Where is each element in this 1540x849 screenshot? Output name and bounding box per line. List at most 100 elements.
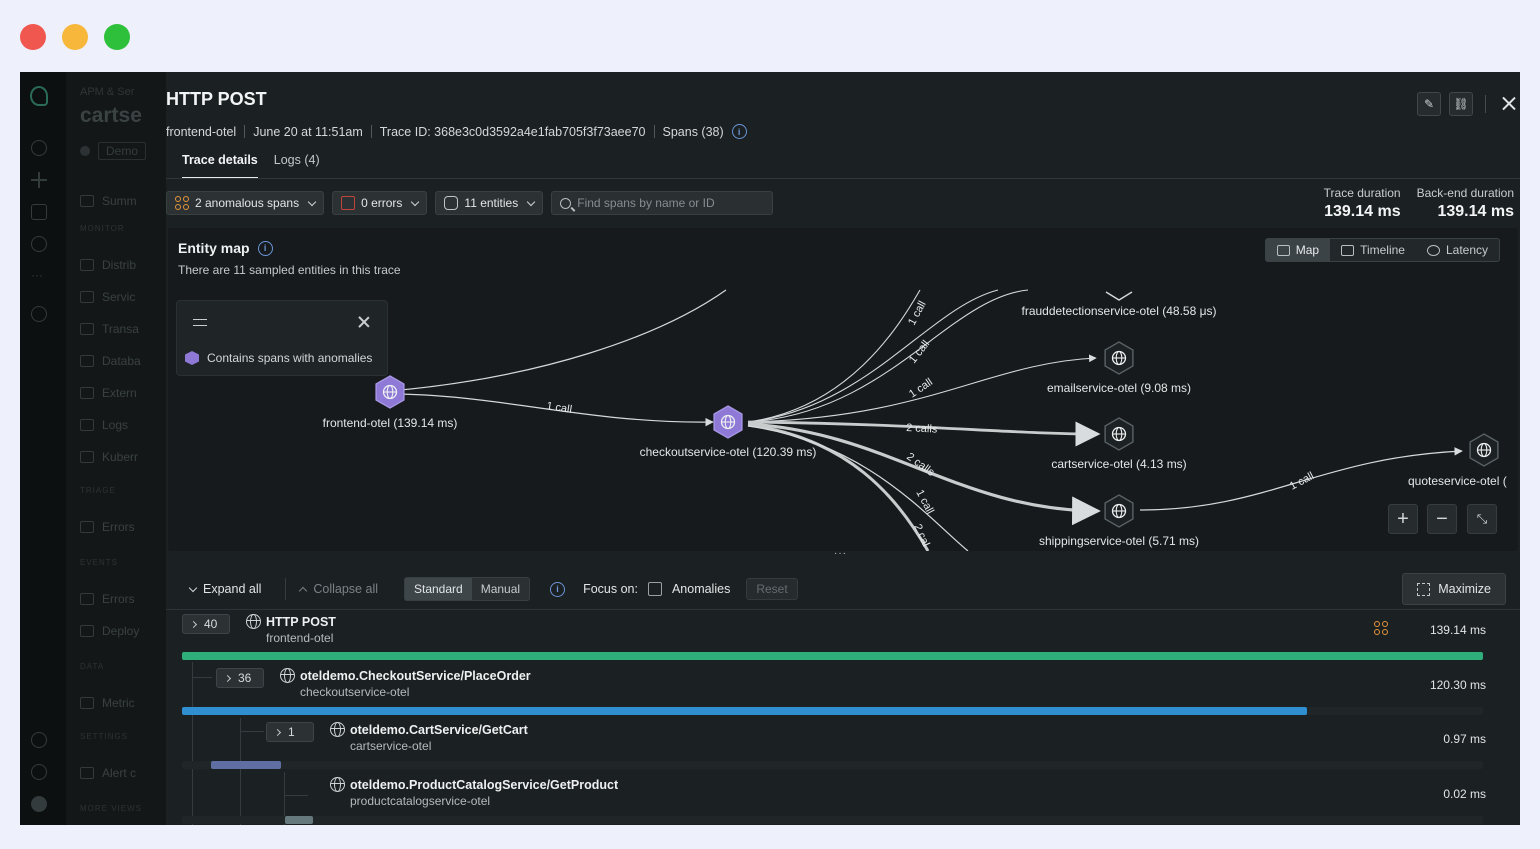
view-latency-button[interactable]: Latency xyxy=(1416,239,1499,261)
trace-id: Trace ID: 368e3c0d3592a4e1fab705f3f73aee… xyxy=(379,124,646,139)
meta-divider xyxy=(653,125,655,138)
nav-item[interactable]: Extern xyxy=(80,386,137,400)
close-icon[interactable] xyxy=(1498,93,1520,115)
nav-item[interactable]: Transa xyxy=(80,322,139,336)
resize-handle[interactable]: ··· xyxy=(834,548,847,559)
span-row[interactable]: oteldemo.ProductCatalogService/GetProduc… xyxy=(166,775,1520,825)
focus-label: Focus on: xyxy=(583,582,638,596)
latency-icon xyxy=(1426,244,1440,256)
tab-trace-details[interactable]: Trace details xyxy=(182,153,258,179)
zoom-in-button[interactable]: + xyxy=(1388,504,1418,534)
entity-node-label[interactable]: frontend-otel (139.14 ms) xyxy=(323,416,458,430)
span-bar[interactable] xyxy=(182,707,1308,715)
settings-icon[interactable] xyxy=(193,317,207,329)
window-zoom-button[interactable] xyxy=(104,24,130,50)
trace-details-panel: HTTP POST frontend-otel June 20 at 11:51… xyxy=(166,72,1520,825)
nav-item[interactable]: Servic xyxy=(80,290,135,304)
nav-item[interactable]: Alert c xyxy=(80,766,136,780)
nav-item[interactable]: Deploy xyxy=(80,624,139,638)
fraud-node-chevron xyxy=(1105,291,1133,301)
entity-node-label[interactable]: quoteservice-otel ( xyxy=(1408,474,1507,488)
search-icon[interactable] xyxy=(31,140,47,156)
page-title: HTTP POST xyxy=(166,89,267,109)
avatar[interactable] xyxy=(31,796,47,812)
span-bar[interactable] xyxy=(182,652,1483,660)
anomalous-spans-label: 2 anomalous spans xyxy=(195,196,300,210)
link-icon[interactable]: ⛓ xyxy=(1449,92,1473,116)
span-row[interactable]: 1 oteldemo.CartService/GetCart cartservi… xyxy=(166,720,1520,774)
span-name: oteldemo.CheckoutService/PlaceOrder xyxy=(300,669,531,683)
span-name: oteldemo.ProductCatalogService/GetProduc… xyxy=(350,778,619,792)
entity-node-label[interactable]: emailservice-otel (9.08 ms) xyxy=(1047,381,1191,395)
help-icon[interactable] xyxy=(31,732,47,748)
view-timeline-button[interactable]: Timeline xyxy=(1330,239,1416,261)
edge-label: 1 call xyxy=(907,376,935,400)
entity-node-label[interactable]: cartservice-otel (4.13 ms) xyxy=(1051,457,1186,471)
nav-item[interactable]: Distrib xyxy=(80,258,136,272)
info-icon[interactable]: i xyxy=(550,581,566,597)
logs-icon xyxy=(80,419,94,431)
anomalies-checkbox[interactable]: Anomalies xyxy=(647,582,730,596)
nav-item[interactable]: Kuberr xyxy=(80,450,138,464)
entities-filter[interactable]: 11 entities xyxy=(435,191,544,215)
entity-node-label[interactable]: checkoutservice-otel (120.39 ms) xyxy=(640,445,817,459)
external-icon xyxy=(80,387,94,399)
window-minimize-button[interactable] xyxy=(62,24,88,50)
span-row[interactable]: 36 oteldemo.CheckoutService/PlaceOrder c… xyxy=(166,666,1520,720)
mode-standard[interactable]: Standard xyxy=(405,578,472,600)
mode-manual[interactable]: Manual xyxy=(472,578,529,600)
fit-view-button[interactable]: ⤡ xyxy=(1467,504,1497,534)
collapse-all-button[interactable]: Collapse all xyxy=(299,582,378,596)
notes-icon[interactable]: ✎ xyxy=(1417,92,1441,116)
edge-checkout-fan2[interactable] xyxy=(747,289,999,423)
anomalous-spans-filter[interactable]: 2 anomalous spans xyxy=(166,191,325,215)
root-service[interactable]: frontend-otel xyxy=(166,125,236,139)
span-expand-toggle[interactable]: 36 xyxy=(216,668,264,688)
tab-logs[interactable]: Logs (4) xyxy=(274,153,320,179)
span-name: oteldemo.CartService/GetCart xyxy=(350,723,528,737)
view-map-button[interactable]: Map xyxy=(1265,239,1331,261)
more-icon[interactable]: ··· xyxy=(31,268,47,284)
entity-node-label[interactable]: frauddetectionservice-otel (48.58 μs) xyxy=(1021,304,1216,318)
edge-checkout-fan4[interactable] xyxy=(747,423,930,551)
toolbar-divider-line xyxy=(166,609,1520,610)
nav-item[interactable]: Logs xyxy=(80,418,128,432)
trace-duration: Trace duration 139.14 ms xyxy=(1323,186,1401,220)
nav-item[interactable]: Databa xyxy=(80,354,141,368)
nav-item[interactable]: Summ xyxy=(80,194,137,208)
span-bar[interactable] xyxy=(210,761,281,769)
reset-button[interactable]: Reset xyxy=(746,578,798,600)
globe-nav-icon[interactable] xyxy=(31,306,47,322)
close-icon[interactable] xyxy=(357,315,371,329)
nav-item[interactable]: Errors xyxy=(80,592,135,606)
span-expand-toggle[interactable]: 1 xyxy=(266,722,314,742)
entity-node-label[interactable]: shippingservice-otel (5.71 ms) xyxy=(1039,534,1199,548)
maximize-button[interactable]: Maximize xyxy=(1402,573,1506,605)
edge-frontend-upstream[interactable] xyxy=(389,289,727,392)
window-close-button[interactable] xyxy=(20,24,46,50)
chevron-down-icon xyxy=(188,583,198,592)
span-expand-toggle[interactable]: 40 xyxy=(182,614,230,634)
app-window: ··· APM & Ser cartse Demo Summ MONITOR Dis… xyxy=(20,72,1520,825)
nav-item[interactable]: Errors xyxy=(80,520,135,534)
user-icon[interactable] xyxy=(31,764,47,780)
add-icon[interactable] xyxy=(31,172,47,188)
transactions-icon xyxy=(80,323,94,335)
span-row[interactable]: 40 HTTP POST frontend-otel 139.14 ms xyxy=(166,611,1520,665)
info-icon[interactable]: i xyxy=(257,240,273,256)
zoom-out-button[interactable]: − xyxy=(1427,504,1457,534)
globe-icon xyxy=(280,668,295,683)
span-track xyxy=(182,816,1483,824)
errors-filter[interactable]: 0 errors xyxy=(332,191,428,215)
edge-checkout-fraud[interactable] xyxy=(747,289,1029,423)
edge-label: 2 calls xyxy=(906,422,938,436)
expand-all-button[interactable]: Expand all xyxy=(188,582,261,596)
nav-section-label: MORE VIEWS xyxy=(80,804,143,813)
nav-item[interactable]: Metric xyxy=(80,696,135,710)
span-search-input[interactable]: Find spans by name or ID xyxy=(551,191,774,215)
info-icon[interactable]: i xyxy=(731,124,747,139)
globe-icon xyxy=(330,722,345,737)
catalog-icon[interactable] xyxy=(31,236,47,252)
apps-grid-icon[interactable] xyxy=(31,204,47,220)
span-bar[interactable] xyxy=(284,816,314,824)
